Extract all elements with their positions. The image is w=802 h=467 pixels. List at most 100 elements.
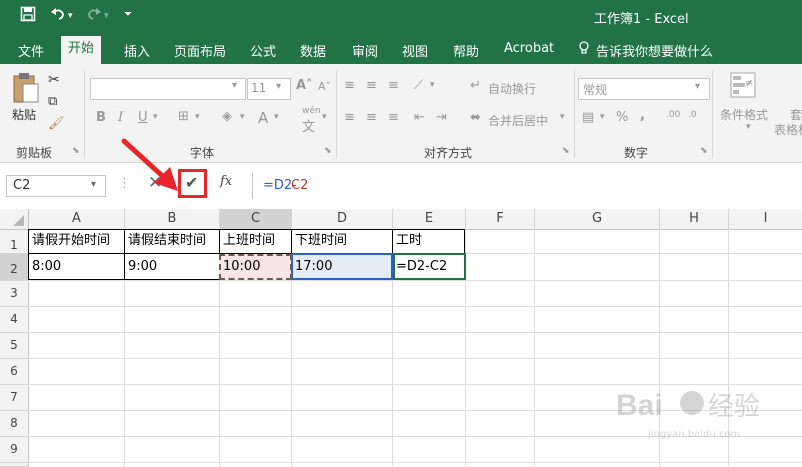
row-header-6[interactable]: 6 bbox=[0, 359, 29, 385]
worksheet-grid[interactable]: A B C D E F G H I 1 2 3 4 5 6 7 8 9 请假开始… bbox=[0, 209, 802, 467]
row-header-10[interactable] bbox=[0, 463, 29, 467]
merge-center-dropdown-icon[interactable]: ▾ bbox=[560, 112, 565, 122]
borders-dropdown-icon[interactable]: ▾ bbox=[195, 112, 200, 122]
cell-d1[interactable]: 下班时间 bbox=[292, 229, 347, 253]
format-painter-icon[interactable]: 🖌 bbox=[48, 116, 65, 131]
font-color-icon[interactable]: A bbox=[258, 109, 268, 127]
borders-icon[interactable]: ⊞ bbox=[178, 109, 189, 124]
redo-icon[interactable] bbox=[86, 6, 102, 26]
tab-insert[interactable]: 插入 bbox=[124, 41, 150, 60]
column-header-e[interactable]: E bbox=[393, 209, 466, 230]
cut-icon[interactable]: ✂ bbox=[48, 72, 60, 88]
column-header-c[interactable]: C bbox=[220, 209, 292, 230]
accounting-format-icon[interactable]: ▤ bbox=[582, 110, 594, 125]
paste-label[interactable]: 粘贴 bbox=[12, 106, 36, 123]
tab-data[interactable]: 数据 bbox=[300, 41, 326, 60]
row-header-8[interactable]: 8 bbox=[0, 411, 29, 437]
conditional-format-button[interactable]: 条件格式 bbox=[720, 106, 768, 123]
number-format-combo[interactable]: 常规 ▾ bbox=[578, 78, 710, 100]
tab-home[interactable]: 开始 bbox=[61, 36, 102, 64]
cell-e1[interactable]: 工时 bbox=[393, 229, 422, 253]
font-name-dropdown-icon[interactable]: ▾ bbox=[232, 80, 237, 91]
row-header-5[interactable]: 5 bbox=[0, 333, 29, 359]
alignment-launcher-icon[interactable]: ⬊ bbox=[562, 146, 570, 156]
orientation-icon[interactable]: ⟋ bbox=[414, 78, 423, 93]
cell-c2[interactable]: 10:00 bbox=[220, 255, 260, 279]
cell-a2[interactable]: 8:00 bbox=[29, 255, 61, 279]
cell-e2[interactable]: =D2-C2 bbox=[393, 255, 447, 279]
bold-icon[interactable]: B bbox=[96, 110, 106, 125]
font-size-combo[interactable]: 11 ▾ bbox=[247, 78, 291, 100]
conditional-format-icon[interactable]: ≠ bbox=[730, 72, 756, 101]
italic-icon[interactable]: I bbox=[118, 110, 123, 125]
row-header-4[interactable]: 4 bbox=[0, 307, 29, 333]
font-launcher-icon[interactable]: ⬊ bbox=[324, 146, 332, 156]
align-top-icon[interactable]: ≡ bbox=[344, 78, 355, 93]
cell-d2[interactable]: 17:00 bbox=[292, 255, 332, 279]
merge-center-icon[interactable]: ⬌ bbox=[470, 110, 481, 125]
name-box-dropdown-icon[interactable]: ▾ bbox=[91, 179, 96, 190]
align-bottom-icon[interactable]: ≡ bbox=[388, 78, 399, 93]
decrease-indent-icon[interactable]: ⇤ bbox=[414, 110, 425, 125]
clipboard-launcher-icon[interactable]: ⬊ bbox=[72, 146, 80, 156]
cell-c1[interactable]: 上班时间 bbox=[220, 229, 275, 253]
cell-a1[interactable]: 请假开始时间 bbox=[29, 229, 110, 253]
redo-dropdown-icon[interactable]: ▾ bbox=[104, 11, 109, 21]
select-all-corner[interactable] bbox=[0, 209, 29, 230]
comma-style-icon[interactable]: , bbox=[640, 108, 645, 123]
fill-color-dropdown-icon[interactable]: ▾ bbox=[240, 112, 245, 122]
conditional-format-dropdown-icon[interactable]: ▾ bbox=[746, 122, 751, 132]
tab-acrobat[interactable]: Acrobat bbox=[504, 41, 554, 56]
undo-dropdown-icon[interactable]: ▾ bbox=[68, 11, 73, 21]
font-name-combo[interactable] bbox=[90, 78, 246, 100]
column-header-g[interactable]: G bbox=[535, 209, 660, 230]
orientation-dropdown-icon[interactable]: ▾ bbox=[430, 80, 435, 90]
grow-font-icon[interactable]: A˄ bbox=[296, 78, 313, 93]
tab-help[interactable]: 帮助 bbox=[453, 41, 479, 60]
undo-icon[interactable] bbox=[50, 6, 66, 26]
align-center-icon[interactable]: ≡ bbox=[366, 110, 377, 125]
align-left-icon[interactable]: ≡ bbox=[344, 110, 355, 125]
column-header-b[interactable]: B bbox=[125, 209, 220, 230]
tab-review[interactable]: 审阅 bbox=[352, 41, 378, 60]
row-header-2[interactable]: 2 bbox=[0, 254, 29, 281]
underline-dropdown-icon[interactable]: ▾ bbox=[153, 112, 158, 122]
column-header-f[interactable]: F bbox=[466, 209, 535, 230]
paste-icon[interactable] bbox=[12, 72, 40, 109]
format-as-table-button-line2[interactable]: 表格格 bbox=[774, 121, 802, 138]
decrease-decimal-icon[interactable]: .0 bbox=[688, 110, 697, 120]
insert-function-icon[interactable]: fx bbox=[220, 174, 232, 189]
phonetic-dropdown-icon[interactable]: ▾ bbox=[322, 112, 327, 122]
tab-file[interactable]: 文件 bbox=[18, 41, 44, 60]
increase-decimal-icon[interactable]: .00 bbox=[666, 110, 680, 120]
align-right-icon[interactable]: ≡ bbox=[388, 110, 399, 125]
increase-indent-icon[interactable]: ⇥ bbox=[436, 110, 447, 125]
fill-color-icon[interactable]: ◈ bbox=[222, 109, 232, 124]
customize-toolbar-icon[interactable]: ⏷ bbox=[124, 9, 132, 20]
tab-page-layout[interactable]: 页面布局 bbox=[174, 41, 226, 60]
name-box[interactable]: C2 ▾ bbox=[6, 175, 106, 197]
column-header-h[interactable]: H bbox=[660, 209, 729, 230]
column-header-d[interactable]: D bbox=[292, 209, 393, 230]
row-header-7[interactable]: 7 bbox=[0, 385, 29, 411]
underline-icon[interactable]: U bbox=[138, 110, 148, 125]
row-header-1[interactable]: 1 bbox=[0, 230, 29, 254]
shrink-font-icon[interactable]: A˅ bbox=[318, 80, 331, 93]
formula-input[interactable]: =D2- C2 bbox=[252, 173, 802, 199]
accounting-dropdown-icon[interactable]: ▾ bbox=[600, 112, 605, 122]
wrap-text-button[interactable]: 自动换行 bbox=[488, 80, 536, 97]
column-header-a[interactable]: A bbox=[29, 209, 125, 230]
font-color-dropdown-icon[interactable]: ▾ bbox=[274, 112, 279, 122]
row-header-9[interactable]: 9 bbox=[0, 437, 29, 463]
tab-view[interactable]: 视图 bbox=[402, 41, 428, 60]
cell-b2[interactable]: 9:00 bbox=[125, 255, 157, 279]
align-middle-icon[interactable]: ≡ bbox=[366, 78, 377, 93]
column-header-i[interactable]: I bbox=[729, 209, 802, 230]
tell-me-search[interactable]: 告诉我你想要做什么 bbox=[596, 41, 713, 60]
copy-icon[interactable]: ⧉ bbox=[48, 94, 57, 109]
wrap-text-icon[interactable]: ↵ bbox=[470, 78, 481, 93]
phonetic-icon[interactable]: 文 bbox=[302, 116, 315, 135]
row-header-3[interactable]: 3 bbox=[0, 281, 29, 307]
number-launcher-icon[interactable]: ⬊ bbox=[700, 146, 708, 156]
merge-center-button[interactable]: 合并后居中 bbox=[488, 112, 548, 129]
